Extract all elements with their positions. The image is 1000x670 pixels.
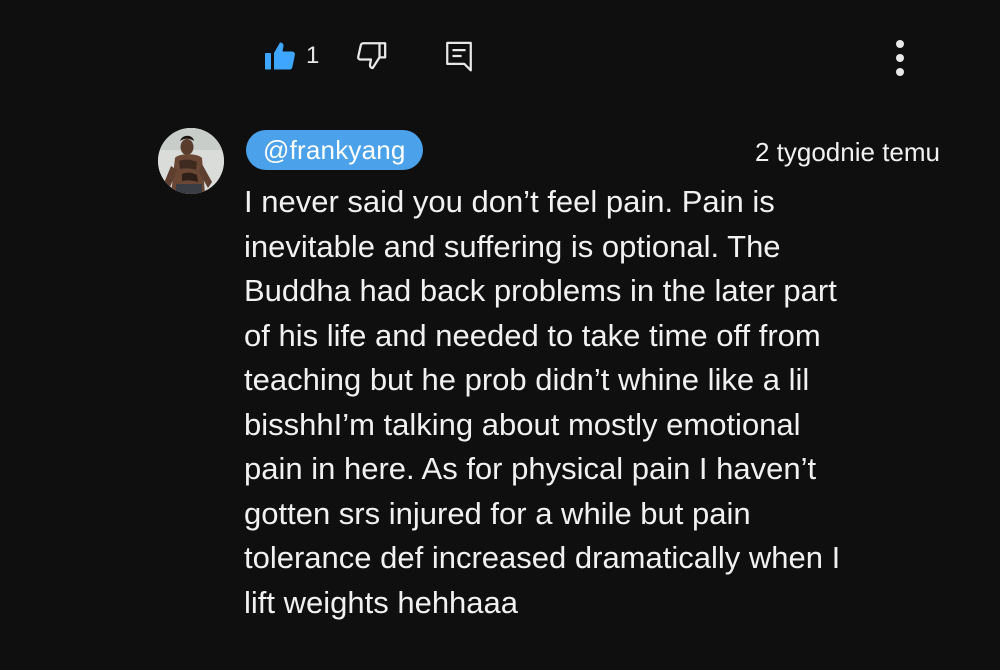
comment-text-line: tolerance def increased dramatically whe… — [244, 540, 841, 575]
comment-text-line: teaching but he prob didn’t whine like a… — [244, 362, 810, 397]
comment-text-line: inevitable and suffering is optional. Th… — [244, 228, 781, 264]
user-photo-icon — [158, 128, 224, 194]
author-handle-chip[interactable]: @frankyang — [246, 130, 423, 170]
thumbs-up-filled-icon — [265, 42, 295, 70]
comment-text: I never said you don’t feel pain. Pain i… — [244, 180, 944, 625]
like-button[interactable] — [260, 36, 300, 76]
thumbs-down-icon — [357, 42, 387, 70]
comment-text-line: bisshhI’m talking about mostly emotional — [244, 406, 801, 442]
comment-text-line: of his life and needed to take time off … — [244, 317, 821, 353]
reply-button[interactable] — [441, 36, 477, 76]
comment-text-line: gotten srs injured for a while but pain — [244, 495, 751, 531]
like-count: 1 — [306, 42, 320, 69]
more-vertical-icon — [896, 40, 904, 76]
comment-text-line: pain in here. As for physical pain I hav… — [244, 451, 817, 486]
dislike-button[interactable] — [351, 36, 391, 76]
comment-text-line: Buddha had back problems in the later pa… — [244, 273, 837, 308]
reply-comment-icon — [446, 41, 473, 72]
comment-text-line: lift weights hehhaaa — [244, 584, 519, 620]
avatar[interactable] — [158, 128, 224, 194]
comment-action-bar: 1 — [260, 30, 477, 82]
comment-text-line: I never said you don’t feel pain. Pain i… — [244, 184, 775, 219]
comment-timestamp[interactable]: 2 tygodnie temu — [755, 132, 940, 172]
more-options-button[interactable] — [880, 34, 920, 82]
